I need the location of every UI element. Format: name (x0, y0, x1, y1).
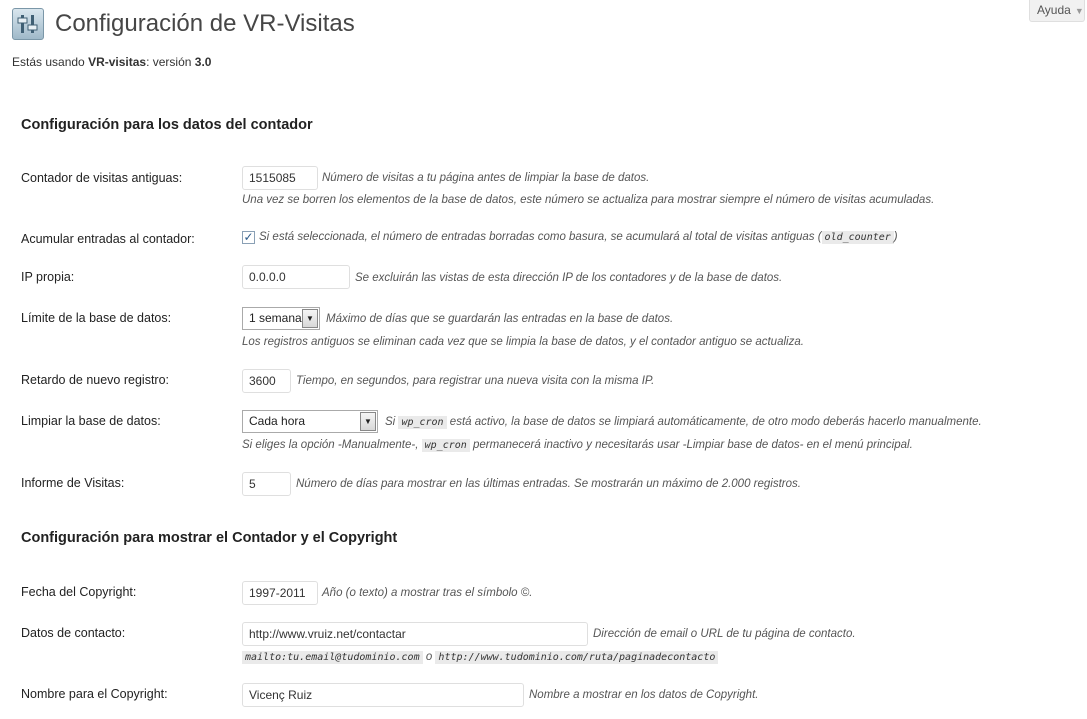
cleanup-select[interactable]: Cada hora ▼ (242, 410, 378, 433)
accumulate-label: Acumular entradas al contador: (21, 232, 195, 246)
db-limit-description-extra: Los registros antiguos se eliminan cada … (242, 336, 804, 348)
copyright-date-description: Año (o texto) a mostrar tras el símbolo … (322, 587, 533, 599)
cleanup-desc2-suffix: permanecerá inactivo y necesitarás usar … (473, 439, 913, 451)
plugin-name: VR-visitas (88, 55, 147, 69)
copyright-name-description: Nombre a mostrar en los datos de Copyrig… (529, 689, 759, 701)
accumulate-desc-close: ) (893, 231, 898, 243)
help-button[interactable]: Ayuda ▼ (1029, 0, 1085, 22)
wp-cron-code: wp_cron (398, 416, 447, 429)
section-title-counter-data: Configuración para los datos del contado… (21, 117, 313, 133)
own-ip-input[interactable]: 0.0.0.0 (242, 265, 350, 289)
mailto-example-code: mailto:tu.email@tudominio.com (242, 651, 423, 664)
wp-cron-code-2: wp_cron (421, 439, 470, 452)
version-number: 3.0 (194, 55, 212, 69)
accumulate-description: Si está seleccionada, el número de entra… (259, 230, 898, 245)
section-title-copyright: Configuración para mostrar el Contador y… (21, 530, 398, 546)
old-counter-description-extra: Una vez se borren los elementos de la ba… (242, 194, 935, 206)
cleanup-desc-prefix: Si (385, 416, 396, 428)
old-counter-label: Contador de visitas antiguas: (21, 171, 183, 185)
accumulate-checkbox[interactable]: ✓ (242, 231, 255, 244)
page-title: Configuración de VR-Visitas (55, 10, 355, 37)
version-middle: : versión (146, 55, 195, 69)
report-description: Número de días para mostrar en las últim… (296, 478, 801, 490)
own-ip-label: IP propia: (21, 270, 75, 284)
url-example-code: http://www.tudominio.com/ruta/paginadeco… (435, 651, 719, 664)
contact-label: Datos de contacto: (21, 626, 126, 640)
copyright-date-label: Fecha del Copyright: (21, 585, 137, 599)
contact-or: o (425, 651, 433, 663)
db-limit-description: Máximo de días que se guardarán las entr… (326, 313, 674, 325)
accumulate-desc-text: Si está seleccionada, el número de entra… (259, 231, 822, 243)
version-info: Estás usando VR-visitas: versión 3.0 (12, 55, 211, 69)
cleanup-description-extra: Si eliges la opción -Manualmente-, wp_cr… (242, 438, 913, 453)
cleanup-selected: Cada hora (249, 414, 306, 428)
contact-input[interactable]: http://www.vruiz.net/contactar (242, 622, 588, 646)
own-ip-description: Se excluirán las vistas de esta direcció… (355, 272, 783, 284)
plugin-settings-icon (12, 8, 44, 40)
chevron-down-icon: ▼ (1074, 6, 1084, 16)
db-limit-selected: 1 semana (249, 311, 302, 325)
db-limit-select[interactable]: 1 semana ▼ (242, 307, 320, 330)
old-counter-description: Número de visitas a tu página antes de l… (322, 172, 650, 184)
help-label: Ayuda (1037, 3, 1071, 17)
cleanup-desc-suffix: está activo, la base de datos se limpiar… (449, 416, 982, 428)
db-limit-label: Límite de la base de datos: (21, 311, 172, 325)
old-counter-input[interactable]: 1515085 (242, 166, 318, 190)
copyright-name-label: Nombre para el Copyright: (21, 687, 168, 701)
delay-label: Retardo de nuevo registro: (21, 373, 170, 387)
delay-description: Tiempo, en segundos, para registrar una … (296, 375, 655, 387)
old-counter-code: old_counter (821, 231, 894, 244)
cleanup-desc2-prefix: Si eliges la opción -Manualmente-, (242, 439, 419, 451)
version-prefix: Estás usando (12, 55, 89, 69)
dropdown-arrow-icon: ▼ (302, 309, 318, 328)
delay-input[interactable]: 3600 (242, 369, 291, 393)
contact-description: Dirección de email o URL de tu página de… (593, 628, 856, 640)
report-label: Informe de Visitas: (21, 476, 125, 490)
cleanup-label: Limpiar la base de datos: (21, 414, 161, 428)
copyright-name-input[interactable]: Vicenç Ruiz (242, 683, 524, 707)
contact-examples: mailto:tu.email@tudominio.com o http://w… (242, 650, 719, 665)
cleanup-description: Si wp_cron está activo, la base de datos… (385, 415, 982, 430)
copyright-date-input[interactable]: 1997-2011 (242, 581, 318, 605)
dropdown-arrow-icon: ▼ (360, 412, 376, 431)
report-input[interactable]: 5 (242, 472, 291, 496)
